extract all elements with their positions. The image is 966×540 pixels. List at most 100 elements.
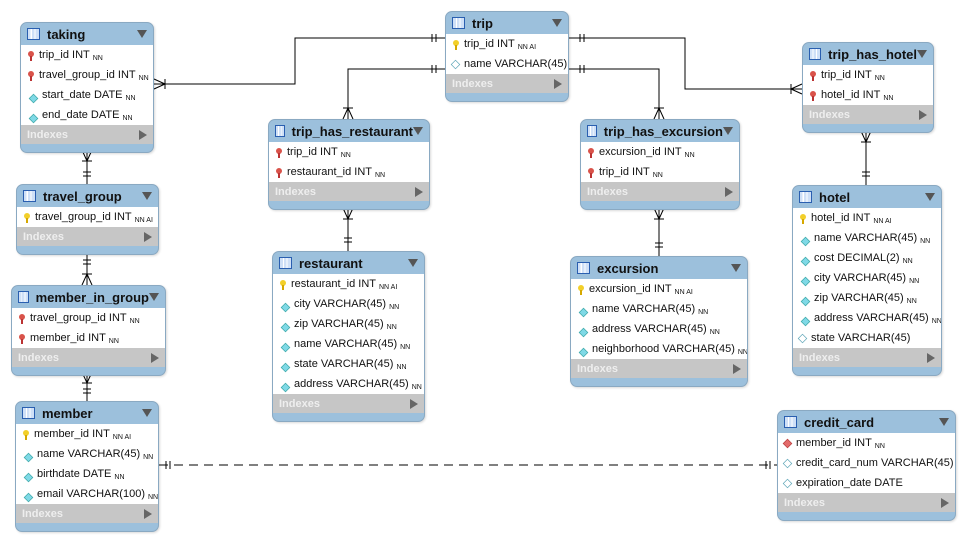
- column-row[interactable]: zip VARCHAR(45) NN: [273, 314, 424, 334]
- table-trip[interactable]: trip trip_id INT NN AI name VARCHAR(45) …: [445, 11, 569, 102]
- table-hotel[interactable]: hotel hotel_id INT NN AI name VARCHAR(45…: [792, 185, 942, 376]
- column-row[interactable]: restaurant_id INT NN AI: [273, 274, 424, 294]
- indexes-section[interactable]: Indexes: [581, 182, 739, 201]
- table-header[interactable]: trip_has_restaurant: [269, 120, 429, 142]
- collapse-caret-icon[interactable]: [917, 50, 927, 58]
- column-row[interactable]: name VARCHAR(45) NN: [793, 228, 941, 248]
- expand-arrow-icon[interactable]: [733, 363, 741, 374]
- table-trip_has_excursion[interactable]: trip_has_excursion excursion_id INT NN t…: [580, 119, 740, 210]
- indexes-section[interactable]: Indexes: [21, 125, 153, 144]
- indexes-section[interactable]: Indexes: [446, 74, 568, 93]
- table-restaurant[interactable]: restaurant restaurant_id INT NN AI city …: [272, 251, 425, 422]
- table-header[interactable]: trip_has_hotel: [803, 43, 933, 65]
- collapse-caret-icon[interactable]: [142, 409, 152, 417]
- column-row[interactable]: member_id INT NN: [778, 433, 955, 453]
- column-row[interactable]: address VARCHAR(45) NN: [571, 319, 747, 339]
- expand-arrow-icon[interactable]: [941, 497, 949, 508]
- table-excursion[interactable]: excursion excursion_id INT NN AI name VA…: [570, 256, 748, 387]
- table-trip_has_restaurant[interactable]: trip_has_restaurant trip_id INT NN resta…: [268, 119, 430, 210]
- column-row[interactable]: state VARCHAR(45): [793, 328, 941, 348]
- column-row[interactable]: zip VARCHAR(45) NN: [793, 288, 941, 308]
- column-row[interactable]: cost DECIMAL(2) NN: [793, 248, 941, 268]
- column-row[interactable]: excursion_id INT NN: [581, 142, 739, 162]
- column-row[interactable]: name VARCHAR(45): [446, 54, 568, 74]
- expand-arrow-icon[interactable]: [725, 186, 733, 197]
- column-row[interactable]: trip_id INT NN: [269, 142, 429, 162]
- collapse-caret-icon[interactable]: [925, 193, 935, 201]
- column-row[interactable]: member_id INT NN: [12, 328, 165, 348]
- column-row[interactable]: travel_group_id INT NN: [12, 308, 165, 328]
- expand-arrow-icon[interactable]: [144, 231, 152, 242]
- expand-arrow-icon[interactable]: [139, 129, 147, 140]
- collapse-caret-icon[interactable]: [142, 192, 152, 200]
- table-member[interactable]: member member_id INT NN AI name VARCHAR(…: [15, 401, 159, 532]
- column-row[interactable]: trip_id INT NN: [803, 65, 933, 85]
- column-row[interactable]: city VARCHAR(45) NN: [793, 268, 941, 288]
- column-row[interactable]: travel_group_id INT NN AI: [17, 207, 158, 227]
- table-header[interactable]: restaurant: [273, 252, 424, 274]
- indexes-section[interactable]: Indexes: [803, 105, 933, 124]
- column-row[interactable]: name VARCHAR(45) NN: [273, 334, 424, 354]
- table-header[interactable]: member: [16, 402, 158, 424]
- column-row[interactable]: end_date DATE NN: [21, 105, 153, 125]
- table-header[interactable]: trip: [446, 12, 568, 34]
- expand-arrow-icon[interactable]: [919, 109, 927, 120]
- column-row[interactable]: city VARCHAR(45) NN: [273, 294, 424, 314]
- column-row[interactable]: hotel_id INT NN AI: [793, 208, 941, 228]
- column-row[interactable]: email VARCHAR(100) NN: [16, 484, 158, 504]
- table-header[interactable]: hotel: [793, 186, 941, 208]
- table-header[interactable]: travel_group: [17, 185, 158, 207]
- column-row[interactable]: name VARCHAR(45) NN: [571, 299, 747, 319]
- expand-arrow-icon[interactable]: [410, 398, 418, 409]
- column-row[interactable]: name VARCHAR(45) NN: [16, 444, 158, 464]
- column-row[interactable]: excursion_id INT NN AI: [571, 279, 747, 299]
- table-header[interactable]: member_in_group: [12, 286, 165, 308]
- column-row[interactable]: travel_group_id INT NN: [21, 65, 153, 85]
- collapse-caret-icon[interactable]: [413, 127, 423, 135]
- indexes-section[interactable]: Indexes: [12, 348, 165, 367]
- indexes-section[interactable]: Indexes: [778, 493, 955, 512]
- collapse-caret-icon[interactable]: [723, 127, 733, 135]
- expand-arrow-icon[interactable]: [144, 508, 152, 519]
- indexes-section[interactable]: Indexes: [793, 348, 941, 367]
- indexes-section[interactable]: Indexes: [273, 394, 424, 413]
- column-row[interactable]: hotel_id INT NN: [803, 85, 933, 105]
- column-row[interactable]: member_id INT NN AI: [16, 424, 158, 444]
- expand-arrow-icon[interactable]: [415, 186, 423, 197]
- indexes-section[interactable]: Indexes: [269, 182, 429, 201]
- table-credit_card[interactable]: credit_card member_id INT NN credit_card…: [777, 410, 956, 521]
- collapse-caret-icon[interactable]: [939, 418, 949, 426]
- column-row[interactable]: trip_id INT NN: [581, 162, 739, 182]
- column-row[interactable]: birthdate DATE NN: [16, 464, 158, 484]
- column-row[interactable]: trip_id INT NN: [21, 45, 153, 65]
- table-header[interactable]: taking: [21, 23, 153, 45]
- column-row[interactable]: state VARCHAR(45) NN: [273, 354, 424, 374]
- table-travel_group[interactable]: travel_group travel_group_id INT NN AI I…: [16, 184, 159, 255]
- table-header[interactable]: credit_card: [778, 411, 955, 433]
- collapse-caret-icon[interactable]: [137, 30, 147, 38]
- table-member_in_group[interactable]: member_in_group travel_group_id INT NN m…: [11, 285, 166, 376]
- collapse-caret-icon[interactable]: [408, 259, 418, 267]
- collapse-caret-icon[interactable]: [731, 264, 741, 272]
- table-header[interactable]: trip_has_excursion: [581, 120, 739, 142]
- expand-arrow-icon[interactable]: [151, 352, 159, 363]
- table-header[interactable]: excursion: [571, 257, 747, 279]
- indexes-section[interactable]: Indexes: [571, 359, 747, 378]
- indexes-section[interactable]: Indexes: [17, 227, 158, 246]
- column-row[interactable]: credit_card_num VARCHAR(45): [778, 453, 955, 473]
- table-trip_has_hotel[interactable]: trip_has_hotel trip_id INT NN hotel_id I…: [802, 42, 934, 133]
- column-row[interactable]: restaurant_id INT NN: [269, 162, 429, 182]
- column-row[interactable]: address VARCHAR(45) NN: [273, 374, 424, 394]
- column-row[interactable]: address VARCHAR(45) NN: [793, 308, 941, 328]
- column-row[interactable]: expiration_date DATE: [778, 473, 955, 493]
- collapse-caret-icon[interactable]: [149, 293, 159, 301]
- table-taking[interactable]: taking trip_id INT NN travel_group_id IN…: [20, 22, 154, 153]
- column-row[interactable]: start_date DATE NN: [21, 85, 153, 105]
- column-row[interactable]: neighborhood VARCHAR(45) NN: [571, 339, 747, 359]
- collapse-caret-icon[interactable]: [552, 19, 562, 27]
- expand-arrow-icon[interactable]: [554, 78, 562, 89]
- indexes-section[interactable]: Indexes: [16, 504, 158, 523]
- expand-arrow-icon[interactable]: [927, 352, 935, 363]
- column-row[interactable]: trip_id INT NN AI: [446, 34, 568, 54]
- not-null-column-icon: [578, 347, 589, 357]
